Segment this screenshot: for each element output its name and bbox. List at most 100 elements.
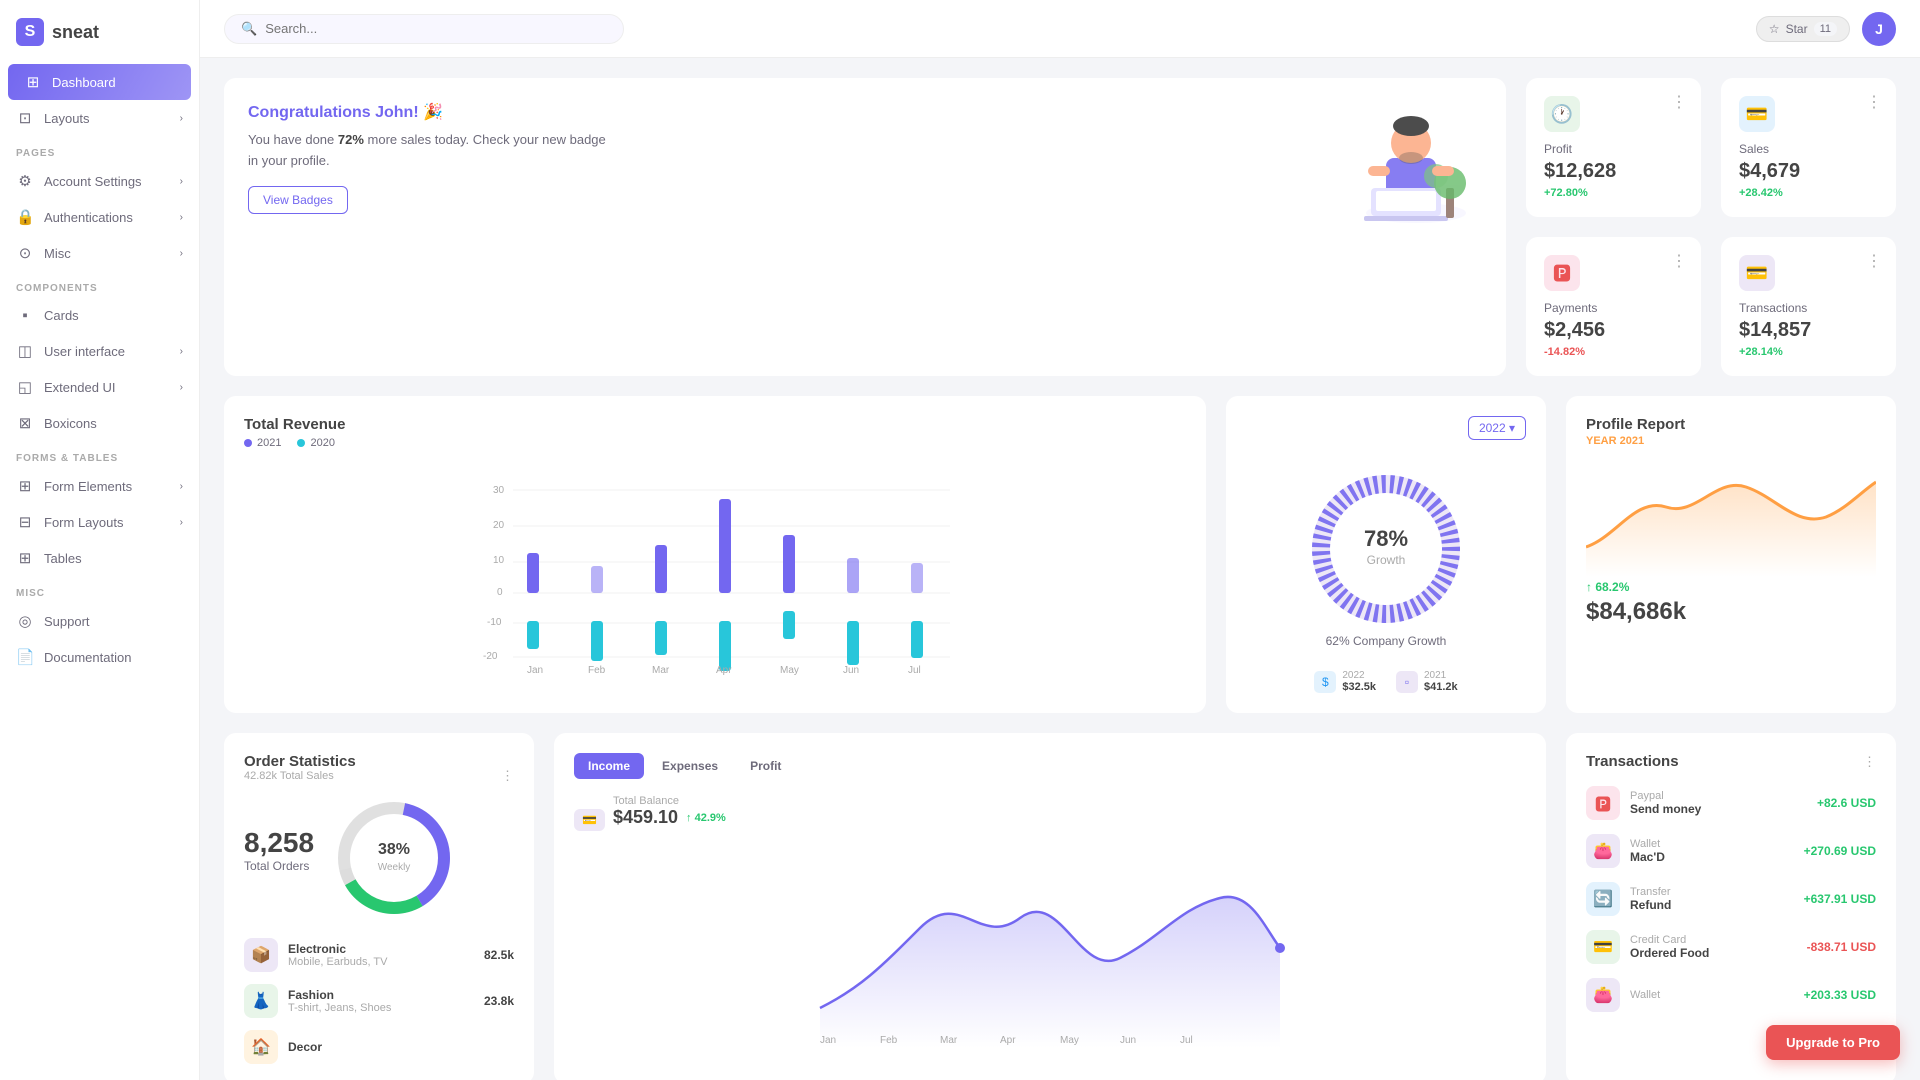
search-icon: 🔍 <box>241 21 257 37</box>
electronic-value: 82.5k <box>484 948 514 962</box>
card-menu-icon[interactable]: ⋮ <box>1671 251 1687 271</box>
form-layouts-icon: ⊟ <box>16 513 34 531</box>
order-item-electronic: 📦 Electronic Mobile, Earbuds, TV 82.5k <box>244 938 514 972</box>
order-title: Order Statistics <box>244 753 356 770</box>
svg-text:-10: -10 <box>487 617 502 628</box>
transactions-title: Transactions <box>1586 753 1679 770</box>
svg-text:Weekly: Weekly <box>378 862 411 873</box>
sidebar-item-support[interactable]: ◎ Support <box>0 603 199 639</box>
trans-item-credit: 💳 Credit Card Ordered Food -838.71 USD <box>1586 930 1876 964</box>
growth-footer: $ 2022 $32.5k ▫ 2021 $41.2k <box>1246 670 1526 693</box>
wallet2-icon: 👛 <box>1586 978 1620 1012</box>
sidebar-item-authentications[interactable]: 🔒 Authentications › <box>0 199 199 235</box>
trans-name: Refund <box>1630 898 1794 912</box>
search-input[interactable] <box>265 21 607 36</box>
trans-info-wallet2: Wallet <box>1630 989 1794 1001</box>
sidebar-item-boxicons[interactable]: ⊠ Boxicons <box>0 405 199 441</box>
company-growth-text: 62% Company Growth <box>1326 634 1447 648</box>
user-avatar[interactable]: J <box>1862 12 1896 46</box>
svg-text:Feb: Feb <box>880 1035 898 1046</box>
electronic-name: Electronic <box>288 942 387 956</box>
tab-profit[interactable]: Profit <box>736 753 795 779</box>
section-label-forms-tables: FORMS & TABLES <box>0 441 199 468</box>
bar-chart-svg: 30 20 10 0 -10 -20 <box>244 463 1186 683</box>
sidebar-item-form-elements[interactable]: ⊞ Form Elements › <box>0 468 199 504</box>
payments-value: $2,456 <box>1544 319 1683 342</box>
sidebar-item-user-interface[interactable]: ◫ User interface › <box>0 333 199 369</box>
year-2021-icon: ▫ <box>1396 671 1418 693</box>
upgrade-to-pro-button[interactable]: Upgrade to Pro <box>1766 1025 1900 1060</box>
year-2022-value: $32.5k <box>1342 681 1376 693</box>
order-item-decor: 🏠 Decor <box>244 1030 514 1064</box>
sidebar-item-extended-ui[interactable]: ◱ Extended UI › <box>0 369 199 405</box>
payments-change: -14.82% <box>1544 346 1683 358</box>
income-card: Income Expenses Profit 💳 Total Balance $… <box>554 733 1546 1080</box>
sidebar-item-tables[interactable]: ⊞ Tables <box>0 540 199 576</box>
svg-text:May: May <box>780 665 799 676</box>
growth-card: 2022 ▾ 78% Growth 62% Company Growth $ <box>1226 396 1546 713</box>
decor-name: Decor <box>288 1040 322 1054</box>
welcome-card: Congratulations John! 🎉 You have done 72… <box>224 78 1506 376</box>
form-elements-icon: ⊞ <box>16 477 34 495</box>
revenue-title: Total Revenue <box>244 416 1186 433</box>
mid-row: Total Revenue 2021 2020 30 20 10 <box>224 396 1896 713</box>
electronic-icon: 📦 <box>244 938 278 972</box>
card-menu-icon[interactable]: ⋮ <box>1671 92 1687 112</box>
trans-item-paypal: 🅿 Paypal Send money +82.6 USD <box>1586 786 1876 820</box>
sidebar-item-label: Form Elements <box>44 479 170 494</box>
trans-name: Ordered Food <box>1630 946 1797 960</box>
star-label: Star <box>1786 22 1808 36</box>
chevron-right-icon: › <box>180 346 183 357</box>
trans-info-transfer: Transfer Refund <box>1630 886 1794 912</box>
svg-text:Jun: Jun <box>1120 1035 1136 1046</box>
card-menu-icon[interactable]: ⋮ <box>1866 92 1882 112</box>
trans-info-paypal: Paypal Send money <box>1630 790 1807 816</box>
welcome-illustration <box>1326 88 1486 250</box>
star-button[interactable]: ☆ Star 11 <box>1756 16 1850 42</box>
sidebar-item-cards[interactable]: ▪ Cards <box>0 298 199 333</box>
svg-text:Jan: Jan <box>527 665 543 676</box>
sidebar-item-dashboard[interactable]: ⊞ Dashboard <box>8 64 191 100</box>
sidebar-item-documentation[interactable]: 📄 Documentation <box>0 639 199 675</box>
star-icon: ☆ <box>1769 22 1780 36</box>
sales-icon: 💳 <box>1739 96 1775 132</box>
svg-text:-20: -20 <box>483 651 498 662</box>
trans-source: Credit Card <box>1630 934 1797 946</box>
order-menu-icon[interactable]: ⋮ <box>501 768 514 784</box>
order-item-fashion: 👗 Fashion T-shirt, Jeans, Shoes 23.8k <box>244 984 514 1018</box>
svg-text:20: 20 <box>493 520 505 531</box>
sidebar-item-label: Authentications <box>44 210 170 225</box>
year-2022-icon: $ <box>1314 671 1336 693</box>
star-count: 11 <box>1814 22 1837 36</box>
stat-card-profit: ⋮ 🕐 Profit $12,628 +72.80% <box>1526 78 1701 217</box>
svg-text:Mar: Mar <box>652 665 670 676</box>
logo-name: sneat <box>52 22 99 43</box>
sidebar-item-form-layouts[interactable]: ⊟ Form Layouts › <box>0 504 199 540</box>
sidebar-item-layouts[interactable]: ⊡ Layouts › <box>0 100 199 136</box>
topbar-right: ☆ Star 11 J <box>1756 12 1896 46</box>
topbar: 🔍 ☆ Star 11 J <box>200 0 1920 58</box>
tab-expenses[interactable]: Expenses <box>648 753 732 779</box>
sidebar-item-account-settings[interactable]: ⚙ Account Settings › <box>0 163 199 199</box>
profit-icon: 🕐 <box>1544 96 1580 132</box>
year-selector-button[interactable]: 2022 ▾ <box>1468 416 1526 440</box>
chevron-right-icon: › <box>180 176 183 187</box>
svg-text:38%: 38% <box>378 841 410 858</box>
tab-income[interactable]: Income <box>574 753 644 779</box>
order-total-label: Total Orders <box>244 859 314 873</box>
card-menu-icon[interactable]: ⋮ <box>1866 251 1882 271</box>
main-area: 🔍 ☆ Star 11 J Congratulations John! 🎉 Yo… <box>200 0 1920 1080</box>
view-badges-button[interactable]: View Badges <box>248 186 348 214</box>
income-chart-svg: Jan Feb Mar Apr May Jun Jul <box>574 848 1526 1048</box>
transfer-icon: 🔄 <box>1586 882 1620 916</box>
profit-label: Profit <box>1544 142 1683 156</box>
misc-icon: ⊙ <box>16 244 34 262</box>
transactions-menu-icon[interactable]: ⋮ <box>1863 754 1876 770</box>
order-subtitle: 42.82k Total Sales <box>244 770 356 782</box>
trans-info-credit: Credit Card Ordered Food <box>1630 934 1797 960</box>
sidebar-item-label: Boxicons <box>44 416 183 431</box>
transactions-change: +28.14% <box>1739 346 1878 358</box>
sidebar-item-misc[interactable]: ⊙ Misc › <box>0 235 199 271</box>
chart-legend: 2021 2020 <box>244 437 1186 449</box>
section-label-misc: MISC <box>0 576 199 603</box>
